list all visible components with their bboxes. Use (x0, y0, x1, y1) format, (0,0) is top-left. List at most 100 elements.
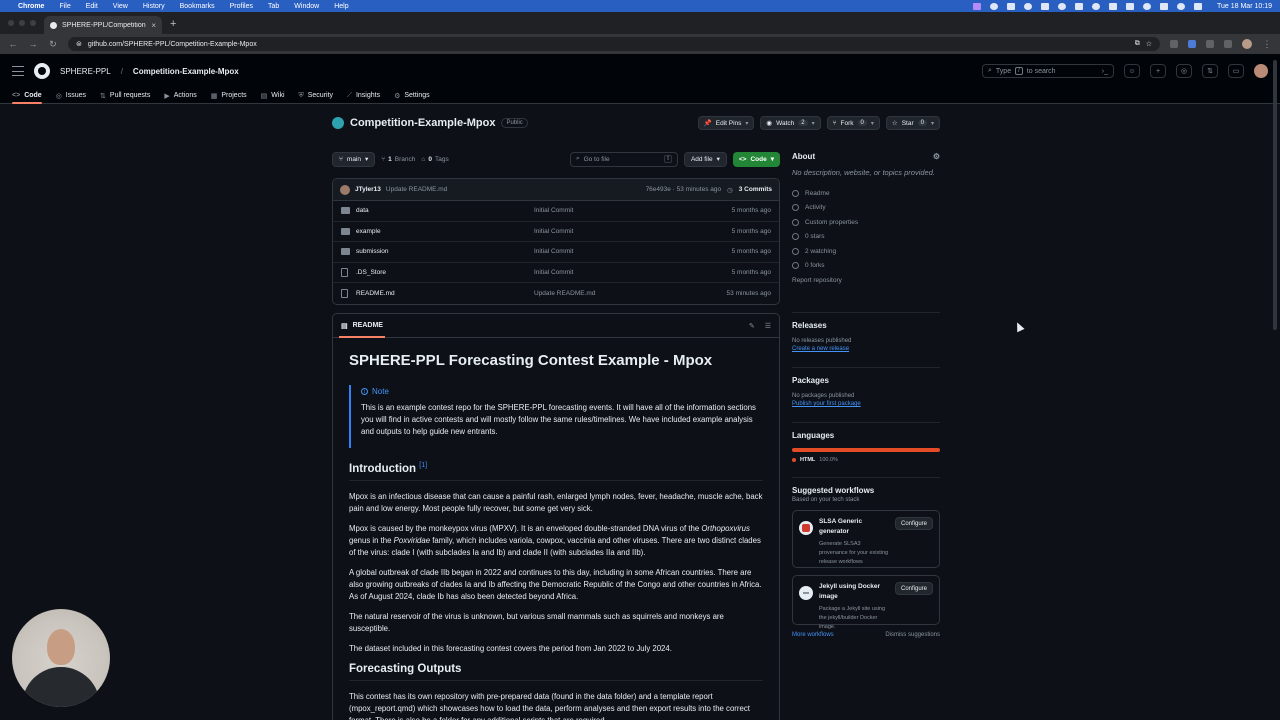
configure-button[interactable]: Configure (894, 517, 933, 530)
url-text[interactable]: github.com/SPHERE-PPL/Competition-Exampl… (88, 41, 1129, 48)
code-button[interactable]: <> Code ▾ (732, 151, 780, 167)
search-tray-icon[interactable] (1177, 2, 1185, 10)
file-name[interactable]: example (356, 228, 534, 235)
menu-window[interactable]: Window (294, 3, 319, 10)
commit-author-avatar[interactable] (340, 184, 350, 195)
reload-icon[interactable]: ↻ (48, 39, 58, 50)
tab-close-icon[interactable]: × (151, 21, 156, 30)
bookmark-star-icon[interactable]: ☆ (1146, 40, 1152, 48)
dismiss-suggestions-link[interactable]: Dismiss suggestions (885, 632, 940, 638)
forks-link[interactable]: 0 forks (792, 259, 940, 274)
screen-record-icon[interactable] (973, 2, 981, 10)
menu-help[interactable]: Help (334, 3, 348, 10)
more-menu-icon[interactable]: ⋮ (1262, 39, 1272, 50)
file-commit[interactable]: Initial Commit (534, 248, 732, 255)
extension-icon[interactable] (1188, 40, 1196, 48)
side-panel-icon[interactable] (1224, 40, 1232, 48)
file-commit[interactable]: Update README.md (534, 290, 727, 297)
file-row[interactable]: data Initial Commit 5 months ago (333, 201, 779, 222)
extension-icon[interactable] (1206, 40, 1214, 48)
extension-icon[interactable] (1170, 40, 1178, 48)
command-palette-icon[interactable]: ›_ (1102, 68, 1108, 75)
watch-button[interactable]: ◉ Watch 2 ▾ (760, 116, 821, 130)
breadcrumb-repo[interactable]: Competition-Example-Mpox (133, 67, 239, 76)
bluetooth-icon[interactable] (1143, 2, 1151, 10)
create-new-icon[interactable]: + (1150, 64, 1166, 78)
readme-tab[interactable]: README (353, 322, 383, 329)
custom-properties-link[interactable]: Custom properties (792, 215, 940, 230)
file-row[interactable]: README.md Update README.md 53 minutes ag… (333, 283, 779, 304)
file-commit[interactable]: Initial Commit (534, 207, 732, 214)
commit-author[interactable]: JTyler13 (355, 186, 381, 193)
tab-pull-requests[interactable]: ⇅ Pull requests (100, 88, 150, 103)
tab-insights[interactable]: ⟋ Insights (347, 88, 380, 103)
page-scrollbar[interactable] (1273, 60, 1277, 330)
close-window-button[interactable] (8, 20, 14, 26)
packages-heading[interactable]: Packages (792, 376, 940, 385)
new-tab-icon[interactable]: + (170, 18, 176, 30)
minimize-window-button[interactable] (19, 20, 25, 26)
language-item[interactable]: HTML 100.0% (792, 457, 940, 463)
commit-hash-time[interactable]: 76e493e · 53 minutes ago (646, 186, 722, 193)
hamburger-menu-icon[interactable] (12, 66, 24, 76)
branch-select[interactable]: ⑂ main ▾ (332, 151, 376, 167)
footnote-link[interactable]: [1] (419, 462, 427, 469)
file-row[interactable]: .DS_Store Initial Commit 5 months ago (333, 263, 779, 283)
publish-package-link[interactable]: Publish your first package (792, 401, 940, 407)
user-avatar[interactable] (1254, 64, 1268, 78)
configure-button[interactable]: Configure (894, 582, 933, 595)
menu-view[interactable]: View (113, 3, 128, 10)
menu-tab[interactable]: Tab (268, 3, 279, 10)
commits-link[interactable]: 3 Commits (739, 186, 772, 193)
forward-icon[interactable]: → (28, 39, 38, 49)
address-bar[interactable]: ⊜ github.com/SPHERE-PPL/Competition-Exam… (68, 37, 1160, 51)
breadcrumb-owner[interactable]: SPHERE-PPL (60, 67, 111, 76)
tab-wiki[interactable]: ▤ Wiki (261, 88, 285, 103)
menu-history[interactable]: History (143, 3, 165, 10)
github-search-input[interactable]: ⌕ Type / to search ›_ (982, 64, 1114, 78)
file-row[interactable]: submission Initial Commit 5 months ago (333, 242, 779, 263)
menu-file[interactable]: File (59, 3, 70, 10)
pencil-icon[interactable]: ✎ (749, 322, 755, 330)
issues-icon[interactable]: ◎ (1176, 64, 1192, 78)
inbox-icon[interactable]: ▭ (1228, 64, 1244, 78)
browser-tab[interactable]: SPHERE-PPL/Competition-E × (44, 16, 162, 34)
app-tray-icon[interactable] (1041, 2, 1049, 10)
maximize-window-button[interactable] (30, 20, 36, 26)
tab-settings[interactable]: ⚙ Settings (394, 88, 430, 103)
watching-link[interactable]: 2 watching (792, 244, 940, 259)
copilot-icon[interactable]: ☺ (1124, 64, 1140, 78)
profile-avatar[interactable] (1242, 39, 1252, 49)
tab-actions[interactable]: ▶ Actions (164, 88, 196, 103)
tab-code[interactable]: <> Code (12, 88, 42, 104)
control-center-icon[interactable] (1194, 2, 1202, 10)
battery-icon[interactable] (1109, 2, 1117, 10)
tab-security[interactable]: ⛨ Security (299, 88, 334, 103)
wifi-icon[interactable] (1160, 2, 1168, 10)
file-commit[interactable]: Initial Commit (534, 228, 732, 235)
clock[interactable]: Tue 18 Mar 10:19 (1217, 3, 1272, 10)
branches-link[interactable]: ⑂ 1 Branch (381, 156, 415, 163)
cloud-icon[interactable] (1075, 2, 1083, 10)
menu-profiles[interactable]: Profiles (230, 3, 253, 10)
add-file-button[interactable]: Add file ▾ (683, 151, 727, 167)
readme-link[interactable]: Readme (792, 186, 940, 201)
gear-icon[interactable]: ⚙ (933, 152, 940, 161)
site-info-icon[interactable]: ⊜ (76, 40, 82, 48)
github-tray-icon[interactable] (1058, 2, 1066, 10)
tab-issues[interactable]: ◎ Issues (56, 88, 86, 103)
edit-pins-button[interactable]: 📌 Edit Pins ▾ (697, 116, 755, 130)
repo-owner-avatar[interactable] (332, 117, 344, 129)
stars-link[interactable]: 0 stars (792, 230, 940, 245)
tab-projects[interactable]: ▦ Projects (211, 88, 247, 103)
create-release-link[interactable]: Create a new release (792, 346, 940, 352)
menu-app-chrome[interactable]: Chrome (18, 3, 44, 10)
repo-title[interactable]: Competition-Example-Mpox (350, 117, 495, 129)
time-icon[interactable] (1024, 2, 1032, 10)
pull-requests-icon[interactable]: ⇅ (1202, 64, 1218, 78)
fork-button[interactable]: ⑂ Fork 0 ▾ (826, 116, 880, 130)
file-name[interactable]: .DS_Store (356, 269, 534, 276)
more-workflows-link[interactable]: More workflows (792, 632, 834, 638)
profile-tray-icon[interactable] (1092, 2, 1100, 10)
file-name[interactable]: data (356, 207, 534, 214)
